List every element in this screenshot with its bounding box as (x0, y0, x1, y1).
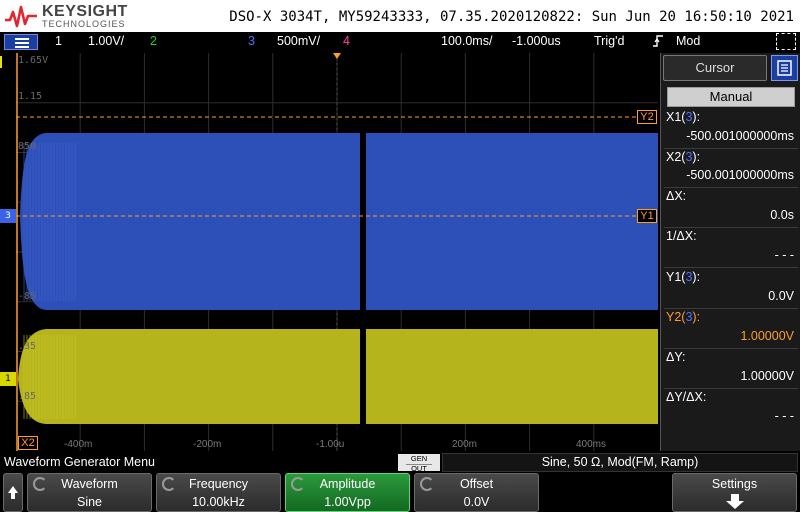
acquisition-gap (360, 125, 366, 425)
ch4-number[interactable]: 4 (343, 34, 350, 48)
y-axis-label: -85 (18, 291, 37, 302)
x-axis-label: -400m (64, 439, 93, 450)
y-axis-label: 1.65V (18, 55, 49, 66)
menu-strip: Waveform Generator Menu GEN OUT Sine, 50… (0, 452, 800, 472)
trigger-state: Trig'd (594, 34, 625, 48)
cursor-y2-label[interactable]: Y2 (637, 110, 657, 124)
y1-label-end: ): (692, 270, 701, 284)
y1-label-text: Y1( (666, 270, 686, 284)
x-axis-label: -1.00u (316, 439, 345, 450)
ch1-waveform (18, 329, 658, 424)
keysight-logo-icon (5, 5, 37, 28)
settings-softkey[interactable]: Settings (672, 473, 797, 512)
y-axis-label: .85 (18, 391, 37, 402)
ch3-waveform (20, 133, 658, 310)
x2-label-text: X2( (666, 150, 686, 164)
delta-y-label: ΔY: (666, 350, 686, 364)
cursor-y1-label[interactable]: Y1 (637, 209, 657, 223)
ch2-number[interactable]: 2 (150, 34, 157, 48)
delta-y-over-delta-x-value: - - - (774, 409, 794, 423)
submenu-arrow-icon (726, 494, 744, 509)
inverse-delta-x-value: - - - (774, 248, 794, 262)
ch1-number[interactable]: 1 (55, 34, 62, 48)
softkey-label: Offset (459, 477, 494, 491)
generator-status: Sine, 50 Ω, Mod(FM, Ramp) (442, 453, 798, 472)
menu-title: Waveform Generator Menu (4, 455, 155, 469)
ch3-number[interactable]: 3 (248, 34, 255, 48)
x1-label: X1(3): (666, 110, 700, 124)
softkey-value: 1.00Vpp (324, 495, 371, 509)
cursor-mode-button[interactable]: Manual (667, 87, 795, 107)
frequency-softkey[interactable]: Frequency 10.00kHz (156, 473, 281, 512)
softkey-value: Sine (76, 495, 103, 509)
y-axis-label: .35 (18, 341, 37, 352)
brand-subtitle: TECHNOLOGIES (42, 19, 126, 29)
y2-value: 1.00000V (740, 329, 794, 343)
cursor-x2-label[interactable]: X2 (18, 436, 38, 450)
gen-out-indicator: GEN OUT (398, 454, 440, 473)
ch1-ground-marker[interactable]: 1 (0, 372, 16, 386)
softkey-bar: Waveform Sine Frequency 10.00kHz Amplitu… (0, 473, 800, 512)
x1-label-end: ): (692, 110, 701, 124)
waveform-graticule (16, 53, 658, 451)
timebase[interactable]: 100.0ms/ (441, 34, 492, 48)
panel-menu-icon[interactable] (771, 55, 798, 81)
device-info: DSO-X 3034T, MY59243333, 07.35.202012082… (229, 9, 794, 25)
x2-value: -500.001000000ms (686, 168, 794, 182)
softkey-value: 10.00kHz (192, 495, 245, 509)
ch1-ground-marker-label: 1 (5, 374, 11, 384)
softkey-label: Waveform (61, 477, 118, 491)
y2-label-text: Y2( (666, 310, 686, 324)
trigger-edge-icon (652, 34, 664, 51)
ch3-scale[interactable]: 500mV/ (277, 34, 320, 48)
inverse-delta-x-label: 1/ΔX: (666, 229, 697, 243)
ch3-ground-marker[interactable]: 3 (0, 209, 16, 223)
softkey-label: Amplitude (319, 477, 376, 491)
time-delay[interactable]: -1.000us (512, 34, 561, 48)
offset-softkey[interactable]: Offset 0.0V (414, 473, 539, 512)
y2-label-end: ): (692, 310, 701, 324)
waveform-display[interactable]: 1.65V 1.15 850 -85 .35 .85 -400m -200m -… (16, 53, 658, 451)
back-button[interactable] (3, 473, 23, 512)
y2-label: Y2(3): (666, 310, 700, 324)
cursor-panel-title[interactable]: Cursor (663, 55, 767, 81)
softkey-label: Settings (711, 477, 758, 491)
softkey-label: Frequency (188, 477, 249, 491)
title-bar: KEYSIGHT TECHNOLOGIES DSO-X 3034T, MY592… (0, 0, 800, 32)
channel-status-bar: 1 1.00V/ 2 3 500mV/ 4 100.0ms/ -1.000us … (0, 32, 800, 52)
y-axis-label: 850 (18, 141, 37, 152)
ch1-scale[interactable]: 1.00V/ (88, 34, 124, 48)
amplitude-softkey[interactable]: Amplitude 1.00Vpp (285, 473, 410, 512)
x-axis-label: 200m (452, 439, 478, 450)
x-axis-label: 400ms (576, 439, 607, 450)
gen-out-line2: OUT (406, 463, 432, 473)
ch3-ground-marker-label: 3 (5, 211, 11, 221)
softkey-value: 0.0V (463, 495, 490, 509)
delta-x-value: 0.0s (770, 208, 794, 222)
acquisition-status-icon[interactable] (776, 33, 796, 50)
gen-out-line1: GEN (410, 454, 428, 463)
x2-label-end: ): (692, 150, 701, 164)
delta-y-value: 1.00000V (740, 369, 794, 383)
trigger-mode[interactable]: Mod (676, 34, 700, 48)
delay-marker-icon (333, 53, 341, 59)
main-menu-button[interactable] (4, 34, 38, 50)
x1-label-text: X1( (666, 110, 686, 124)
delta-y-over-delta-x-label: ΔY/ΔX: (666, 390, 707, 404)
delta-x-label: ΔX: (666, 189, 687, 203)
x2-label: X2(3): (666, 150, 700, 164)
x-axis-label: -200m (193, 439, 222, 450)
waveform-softkey[interactable]: Waveform Sine (27, 473, 152, 512)
trigger-level-marker[interactable] (0, 56, 14, 68)
y-axis-label: 1.15 (18, 91, 43, 102)
cursor-panel: Cursor Manual X1(3): -500.001000000ms X2… (660, 53, 800, 451)
y1-label: Y1(3): (666, 270, 700, 284)
y1-value: 0.0V (768, 289, 794, 303)
x1-value: -500.001000000ms (686, 129, 794, 143)
